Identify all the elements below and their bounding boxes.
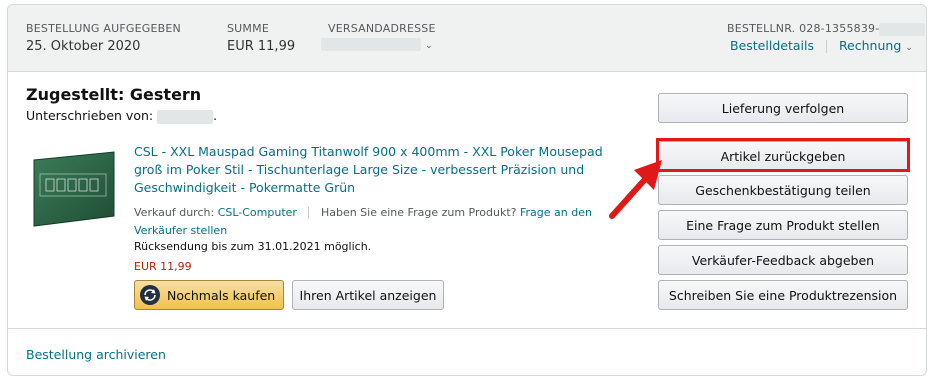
order-placed-value: 25. Oktober 2020 bbox=[26, 39, 141, 54]
redacted-name bbox=[157, 109, 214, 124]
shipment-section: Zugestellt: Gestern Unterschrieben von: … bbox=[8, 72, 926, 328]
order-header: BESTELLUNG AUFGEGEBEN 25. Oktober 2020 S… bbox=[8, 5, 926, 72]
archive-order-link[interactable]: Bestellung archivieren bbox=[26, 347, 166, 362]
write-review-button[interactable]: Schreiben Sie eine Produktrezension bbox=[658, 280, 908, 310]
view-item-button[interactable]: Ihren Artikel anzeigen bbox=[292, 280, 444, 310]
buy-again-button[interactable]: Nochmals kaufen bbox=[134, 280, 284, 310]
order-card: BESTELLUNG AUFGEGEBEN 25. Oktober 2020 S… bbox=[7, 4, 927, 376]
order-number-label: BESTELLNR. 028-1355839- bbox=[727, 22, 880, 35]
share-gift-receipt-button[interactable]: Geschenkbestätigung teilen bbox=[658, 175, 908, 205]
total-value: EUR 11,99 bbox=[227, 39, 296, 54]
redacted-order-number bbox=[879, 22, 926, 36]
return-window: Rücksendung bis zum 31.01.2021 möglich. bbox=[134, 240, 372, 253]
track-package-button[interactable]: Lieferung verfolgen bbox=[658, 93, 908, 123]
signed-by: Unterschrieben von: . bbox=[26, 108, 217, 124]
header-links: Bestelldetails Rechnung ⌄ bbox=[730, 38, 913, 53]
order-placed-label: BESTELLUNG AUFGEGEBEN bbox=[26, 22, 181, 35]
total-label: SUMME bbox=[227, 22, 269, 35]
question-text: Haben Sie eine Frage zum Produkt? bbox=[320, 206, 517, 219]
redacted-address bbox=[321, 38, 421, 51]
seller-feedback-button[interactable]: Verkäufer-Feedback abgeben bbox=[658, 245, 908, 275]
invoice-link-label: Rechnung bbox=[838, 38, 902, 53]
seller-link[interactable]: CSL-Computer bbox=[218, 206, 297, 219]
buy-again-icon bbox=[140, 285, 160, 305]
chevron-down-icon: ⌄ bbox=[425, 41, 433, 51]
order-details-link[interactable]: Bestelldetails bbox=[730, 38, 814, 53]
product-title-link[interactable]: CSL - XXL Mauspad Gaming Titanwolf 900 x… bbox=[134, 143, 630, 197]
divider bbox=[825, 40, 827, 53]
item-price: EUR 11,99 bbox=[134, 260, 192, 273]
annotation-arrow-icon bbox=[609, 160, 662, 219]
ask-product-question-button[interactable]: Eine Frage zum Produkt stellen bbox=[658, 210, 908, 240]
chevron-down-icon: ⌄ bbox=[905, 43, 913, 53]
sold-by-label: Verkauf durch: bbox=[134, 206, 215, 219]
ship-to-dropdown[interactable]: ⌄ bbox=[321, 37, 433, 52]
return-highlight-box bbox=[656, 138, 910, 172]
delivery-status: Zugestellt: Gestern bbox=[26, 85, 202, 104]
buy-again-label: Nochmals kaufen bbox=[167, 287, 276, 303]
signed-by-label: Unterschrieben von: bbox=[26, 108, 154, 123]
order-number: BESTELLNR. 028-1355839- bbox=[727, 22, 926, 36]
ship-to-label: VERSANDADRESSE bbox=[328, 22, 436, 35]
product-image[interactable] bbox=[30, 146, 116, 232]
order-footer: Bestellung archivieren bbox=[8, 328, 926, 375]
divider bbox=[308, 207, 310, 219]
signed-by-suffix: . bbox=[213, 108, 218, 123]
seller-info: Verkauf durch: CSL-Computer Haben Sie ei… bbox=[134, 204, 604, 240]
invoice-link[interactable]: Rechnung ⌄ bbox=[839, 38, 913, 53]
